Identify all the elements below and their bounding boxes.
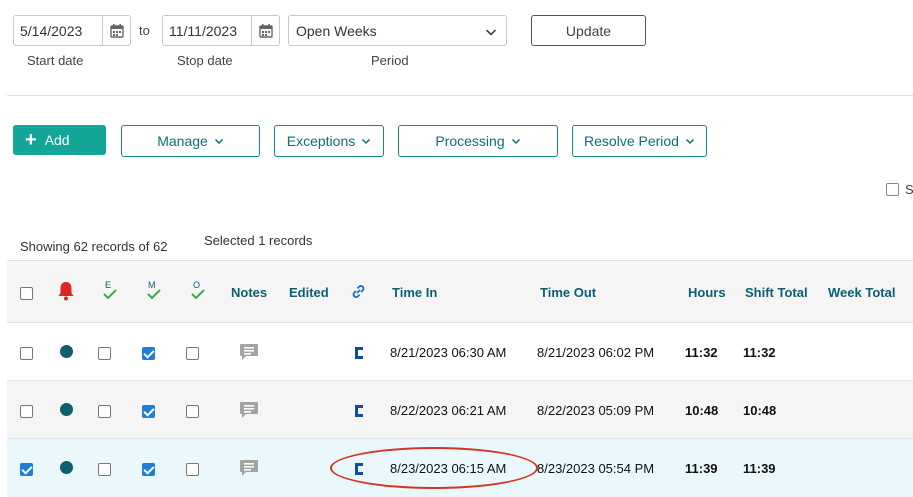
plus-icon: + <box>25 129 37 151</box>
manage-button-label: Manage <box>157 133 208 149</box>
chevron-down-icon <box>511 138 520 145</box>
row-select-checkbox[interactable] <box>20 405 33 418</box>
processing-button[interactable]: Processing <box>398 125 558 157</box>
employee-approval-checkbox[interactable] <box>98 405 111 418</box>
stop-date-label: Stop date <box>177 53 233 68</box>
start-date-value[interactable]: 5/14/2023 <box>14 23 102 39</box>
other-approval-checkbox[interactable] <box>186 347 199 360</box>
clock-source-icon[interactable] <box>355 463 363 475</box>
note-icon[interactable] <box>239 343 259 366</box>
table-row[interactable]: 8/21/2023 06:30 AM 8/21/2023 06:02 PM 11… <box>7 323 913 381</box>
show-option-label: S <box>905 182 913 197</box>
time-in-column-header[interactable]: Time In <box>392 285 437 300</box>
select-all-checkbox[interactable] <box>20 287 33 300</box>
start-date-field[interactable]: 5/14/2023 <box>13 15 131 46</box>
exceptions-button-label: Exceptions <box>286 133 356 149</box>
stop-date-value[interactable]: 11/11/2023 <box>163 23 251 39</box>
hours-cell: 10:48 <box>685 403 719 418</box>
row-select-checkbox[interactable] <box>20 347 33 360</box>
add-button[interactable]: + Add <box>13 125 106 155</box>
clock-source-icon[interactable] <box>355 405 363 417</box>
table-row-selected[interactable]: 8/23/2023 06:15 AM 8/23/2023 05:54 PM 11… <box>7 439 913 497</box>
exceptions-button[interactable]: Exceptions <box>274 125 384 157</box>
time-in-cell[interactable]: 8/23/2023 06:15 AM <box>390 461 506 476</box>
chevron-down-icon <box>214 138 223 145</box>
hours-column-header[interactable]: Hours <box>688 285 726 300</box>
period-select-value: Open Weeks <box>296 22 377 39</box>
bell-icon[interactable] <box>57 281 75 306</box>
manager-approval-checkbox[interactable] <box>142 347 155 360</box>
time-out-cell[interactable]: 8/23/2023 05:54 PM <box>537 461 654 476</box>
resolve-period-button-label: Resolve Period <box>584 133 679 149</box>
manager-approval-checkbox[interactable] <box>142 463 155 476</box>
records-count: Showing 62 records of 62 <box>20 239 168 254</box>
time-out-column-header[interactable]: Time Out <box>540 285 596 300</box>
add-button-label: Add <box>44 132 70 148</box>
other-approval-checkbox[interactable] <box>186 463 199 476</box>
period-label: Period <box>371 53 409 68</box>
chevron-down-icon <box>485 25 497 41</box>
shift-total-column-header[interactable]: Shift Total <box>745 285 808 300</box>
calendar-icon[interactable] <box>102 16 130 45</box>
employee-approval-checkbox[interactable] <box>98 347 111 360</box>
time-in-cell[interactable]: 8/22/2023 06:21 AM <box>390 403 506 418</box>
processing-button-label: Processing <box>435 133 505 149</box>
stop-date-field[interactable]: 11/11/2023 <box>162 15 280 46</box>
to-label: to <box>139 23 150 38</box>
divider <box>7 95 913 96</box>
chevron-down-icon <box>685 138 694 145</box>
notes-column-header[interactable]: Notes <box>231 285 267 300</box>
time-in-cell[interactable]: 8/21/2023 06:30 AM <box>390 345 506 360</box>
hours-cell: 11:32 <box>685 345 718 360</box>
status-dot <box>60 345 73 358</box>
shift-total-cell: 10:48 <box>743 403 777 418</box>
week-total-column-header[interactable]: Week Total <box>828 285 895 300</box>
manage-button[interactable]: Manage <box>121 125 260 157</box>
clock-source-icon[interactable] <box>355 347 363 359</box>
manager-approval-checkbox[interactable] <box>142 405 155 418</box>
time-out-cell[interactable]: 8/22/2023 05:09 PM <box>537 403 654 418</box>
chevron-down-icon <box>362 138 371 145</box>
table-header: E M O Notes Edited Time In Time Out Hour… <box>7 260 913 323</box>
shift-total-cell: 11:32 <box>743 345 776 360</box>
update-button[interactable]: Update <box>531 15 646 46</box>
status-dot <box>60 461 73 474</box>
selected-count: Selected 1 records <box>204 233 313 248</box>
start-date-label: Start date <box>27 53 84 68</box>
time-out-cell[interactable]: 8/21/2023 06:02 PM <box>537 345 654 360</box>
note-icon[interactable] <box>239 401 259 424</box>
shift-total-cell: 11:39 <box>743 461 776 476</box>
other-approval-checkbox[interactable] <box>186 405 199 418</box>
hours-cell: 11:39 <box>685 461 718 476</box>
show-option-checkbox[interactable] <box>886 183 899 196</box>
row-select-checkbox[interactable] <box>20 463 33 476</box>
employee-approval-checkbox[interactable] <box>98 463 111 476</box>
link-icon[interactable] <box>350 283 367 305</box>
calendar-icon[interactable] <box>251 16 279 45</box>
period-select[interactable]: Open Weeks <box>288 15 507 46</box>
table-row[interactable]: 8/22/2023 06:21 AM 8/22/2023 05:09 PM 10… <box>7 381 913 439</box>
resolve-period-button[interactable]: Resolve Period <box>572 125 707 157</box>
status-dot <box>60 403 73 416</box>
note-icon[interactable] <box>239 459 259 482</box>
edited-column-header[interactable]: Edited <box>289 285 329 300</box>
